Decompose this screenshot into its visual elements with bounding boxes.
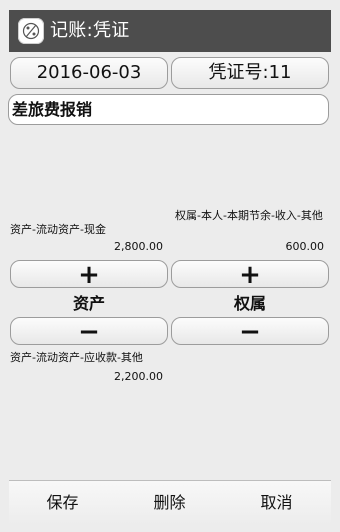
- debit-entry-2-account[interactable]: 资产-流动资产-应收款-其他: [10, 351, 168, 365]
- delete-button[interactable]: 删除: [116, 481, 223, 525]
- add-debit-entry-button[interactable]: +: [10, 260, 168, 290]
- debit-entry-amount: 2,800.00: [114, 240, 163, 253]
- memo-field[interactable]: 差旅费报销: [8, 94, 329, 125]
- plus-icon: +: [78, 260, 100, 290]
- debit-section-label: 资产: [72, 294, 105, 313]
- date-button[interactable]: 2016-06-03: [10, 57, 168, 89]
- minus-icon: −: [78, 317, 100, 347]
- voucher-number-button[interactable]: 凭证号:11: [171, 57, 329, 89]
- bottom-action-bar: 保存 删除 取消: [9, 480, 331, 525]
- debit-entry-account[interactable]: 资产-流动资产-现金: [10, 223, 168, 237]
- ledger-app-icon: [18, 18, 44, 44]
- ledger-app-icon-graphic: [22, 22, 40, 40]
- add-credit-entry-button[interactable]: +: [171, 260, 329, 290]
- window-title: 记账:凭证: [50, 20, 130, 41]
- debit-entry-2-amount: 2,200.00: [114, 370, 163, 383]
- credit-entry-account[interactable]: 权属-本人-本期节余-收入-其他: [175, 209, 327, 223]
- titlebar: 记账:凭证: [9, 10, 331, 52]
- credit-section-label: 权属: [233, 294, 266, 313]
- plus-icon: +: [239, 260, 261, 290]
- credit-entry-amount: 600.00: [285, 240, 325, 253]
- save-button[interactable]: 保存: [9, 481, 116, 525]
- minus-icon: −: [239, 317, 261, 347]
- remove-credit-entry-button[interactable]: −: [171, 317, 329, 347]
- voucher-screen: 记账:凭证 2016-06-03 凭证号:11 差旅费报销 资产-流动资产-现金…: [0, 0, 340, 532]
- remove-debit-entry-button[interactable]: −: [10, 317, 168, 347]
- cancel-button[interactable]: 取消: [223, 481, 330, 525]
